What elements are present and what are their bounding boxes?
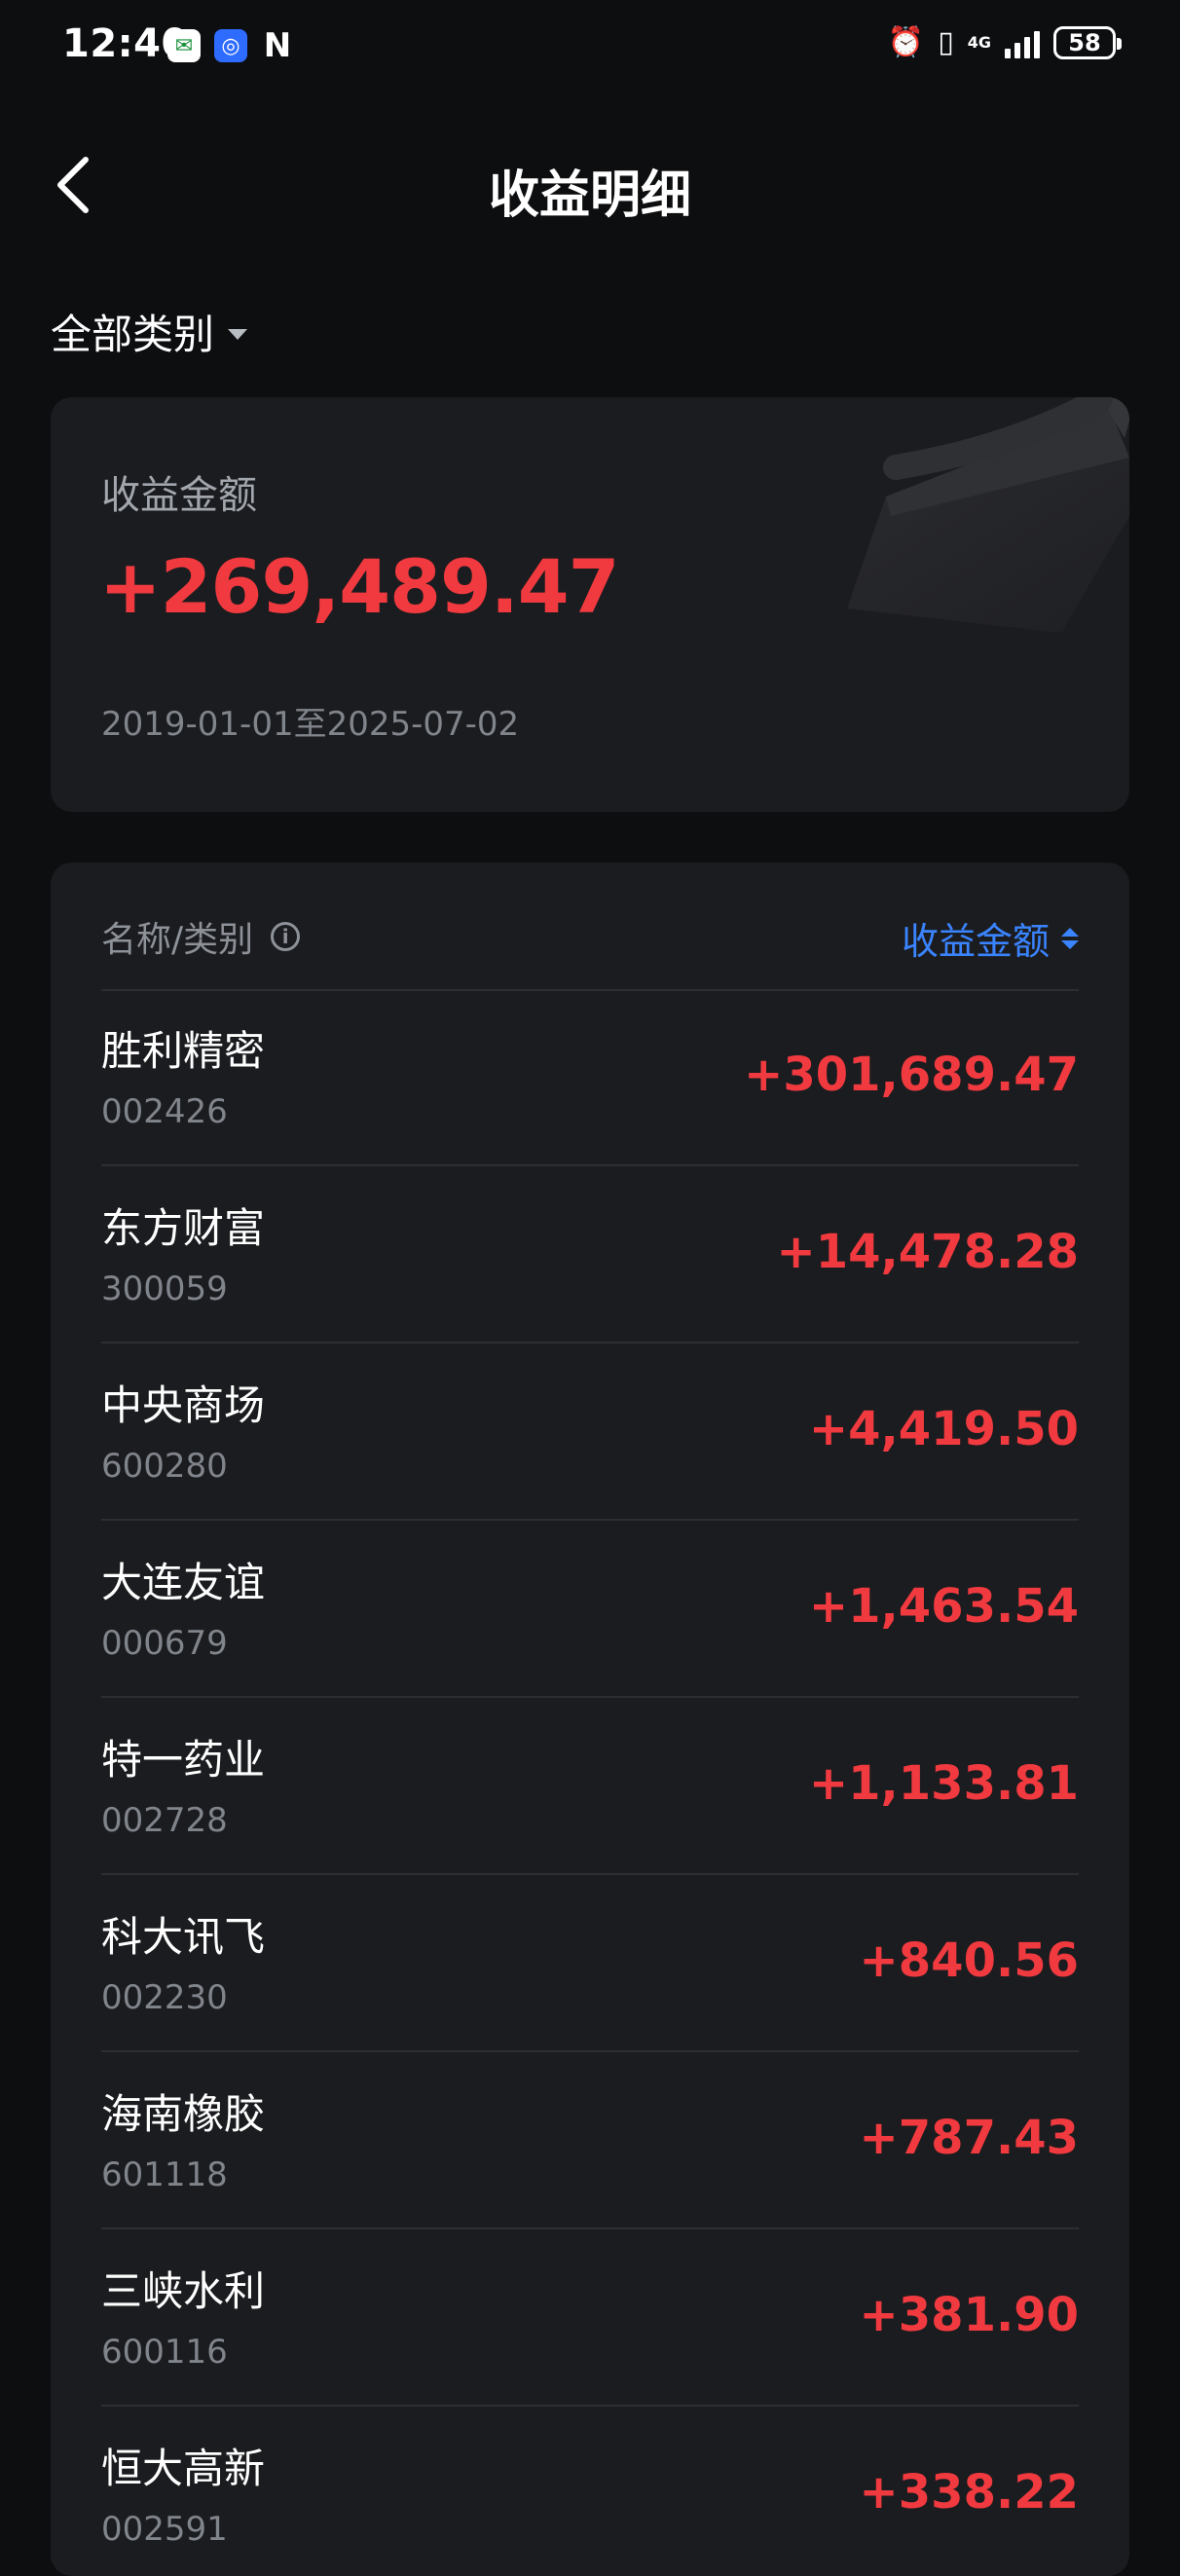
notification-icons: ✉ ◎ N — [167, 26, 294, 65]
stock-profit: +787.43 — [859, 2111, 1079, 2165]
list-item[interactable]: 海南橡胶 601118 +787.43 — [101, 2052, 1079, 2229]
total-profit-amount: +269,489.47 — [99, 543, 619, 630]
list-item[interactable]: 东方财富 300059 +14,478.28 — [101, 1166, 1079, 1343]
stock-profit: +14,478.28 — [776, 1225, 1079, 1279]
stock-profit: +840.56 — [859, 1933, 1079, 1988]
stock-code: 002230 — [101, 1978, 228, 2017]
network-type: 4G — [967, 32, 991, 52]
category-filter-label: 全部类别 — [51, 311, 215, 358]
summary-card: 收益金额 +269,489.47 2019-01-01至2025-07-02 — [51, 397, 1129, 812]
sort-by-amount-button[interactable]: 收益金额 — [902, 911, 1079, 965]
nfc-icon: N — [263, 26, 292, 65]
page-title: 收益明细 — [488, 166, 691, 225]
stock-code: 002591 — [101, 2510, 228, 2549]
status-bar: 12:40 ✉ ◎ N ⏰ ▯ 4G 58 — [0, 0, 1180, 93]
battery-icon: 58 — [1053, 25, 1122, 59]
column-amount-label: 收益金额 — [901, 920, 1050, 963]
stock-code: 300059 — [101, 1270, 228, 1308]
battery-level: 58 — [1068, 28, 1101, 56]
stock-name: 特一药业 — [101, 1736, 266, 1784]
stock-code: 002728 — [101, 1801, 228, 1840]
profit-list-card: 名称/类别 i 收益金额 胜利精密 002426 +301,689.47 东方财… — [51, 863, 1129, 2576]
date-range: 2019-01-01至2025-07-02 — [101, 705, 520, 744]
stock-name: 胜利精密 — [101, 1027, 266, 1075]
stock-code: 601118 — [101, 2155, 228, 2194]
stock-name: 大连友谊 — [101, 1559, 266, 1606]
system-icons: ⏰ ▯ 4G 58 — [887, 25, 1122, 59]
list-item[interactable]: 三峡水利 600116 +381.90 — [101, 2229, 1079, 2407]
sort-icon — [1061, 927, 1079, 949]
list-header: 名称/类别 i 收益金额 — [101, 863, 1079, 991]
alarm-icon: ⏰ — [887, 25, 925, 59]
stock-code: 600280 — [101, 1447, 228, 1486]
stock-name: 中央商场 — [101, 1381, 266, 1429]
stock-code: 002426 — [101, 1092, 228, 1131]
vibrate-icon: ▯ — [938, 25, 954, 59]
list-item[interactable]: 特一药业 002728 +1,133.81 — [101, 1698, 1079, 1875]
stock-name: 恒大高新 — [101, 2445, 266, 2492]
column-name-header: 名称/类别 i — [101, 911, 301, 962]
post-app-icon: ✉ — [167, 29, 201, 62]
column-name-label: 名称/类别 — [101, 920, 254, 960]
stock-profit: +1,133.81 — [808, 1756, 1079, 1811]
stock-profit: +301,689.47 — [744, 1048, 1079, 1102]
stock-profit: +338.22 — [859, 2465, 1079, 2520]
blue-app-icon: ◎ — [214, 29, 247, 62]
stock-name: 科大讯飞 — [101, 1913, 266, 1961]
stock-code: 600116 — [101, 2333, 228, 2372]
category-filter-dropdown[interactable]: 全部类别 — [51, 302, 248, 361]
rising-chart-decoration — [847, 397, 1129, 633]
info-icon[interactable]: i — [271, 922, 301, 951]
list-item[interactable]: 胜利精密 002426 +301,689.47 — [101, 989, 1079, 1166]
profit-rows: 胜利精密 002426 +301,689.47 东方财富 300059 +14,… — [101, 989, 1079, 2576]
list-item[interactable]: 科大讯飞 002230 +840.56 — [101, 1875, 1079, 2052]
list-item[interactable]: 中央商场 600280 +4,419.50 — [101, 1343, 1079, 1521]
stock-profit: +381.90 — [859, 2288, 1079, 2342]
list-item[interactable]: 恒大高新 002591 +338.22 — [101, 2407, 1079, 2576]
stock-code: 000679 — [101, 1624, 228, 1663]
stock-profit: +1,463.54 — [808, 1579, 1079, 1634]
caret-down-icon — [228, 329, 248, 340]
stock-name: 东方财富 — [101, 1204, 266, 1252]
stock-name: 三峡水利 — [101, 2267, 266, 2315]
stock-name: 海南橡胶 — [101, 2090, 266, 2138]
list-item[interactable]: 大连友谊 000679 +1,463.54 — [101, 1521, 1079, 1698]
signal-icon — [1005, 27, 1040, 58]
stock-profit: +4,419.50 — [808, 1402, 1079, 1456]
nav-bar: 收益明细 — [0, 136, 1180, 234]
summary-label: 收益金额 — [101, 473, 257, 518]
